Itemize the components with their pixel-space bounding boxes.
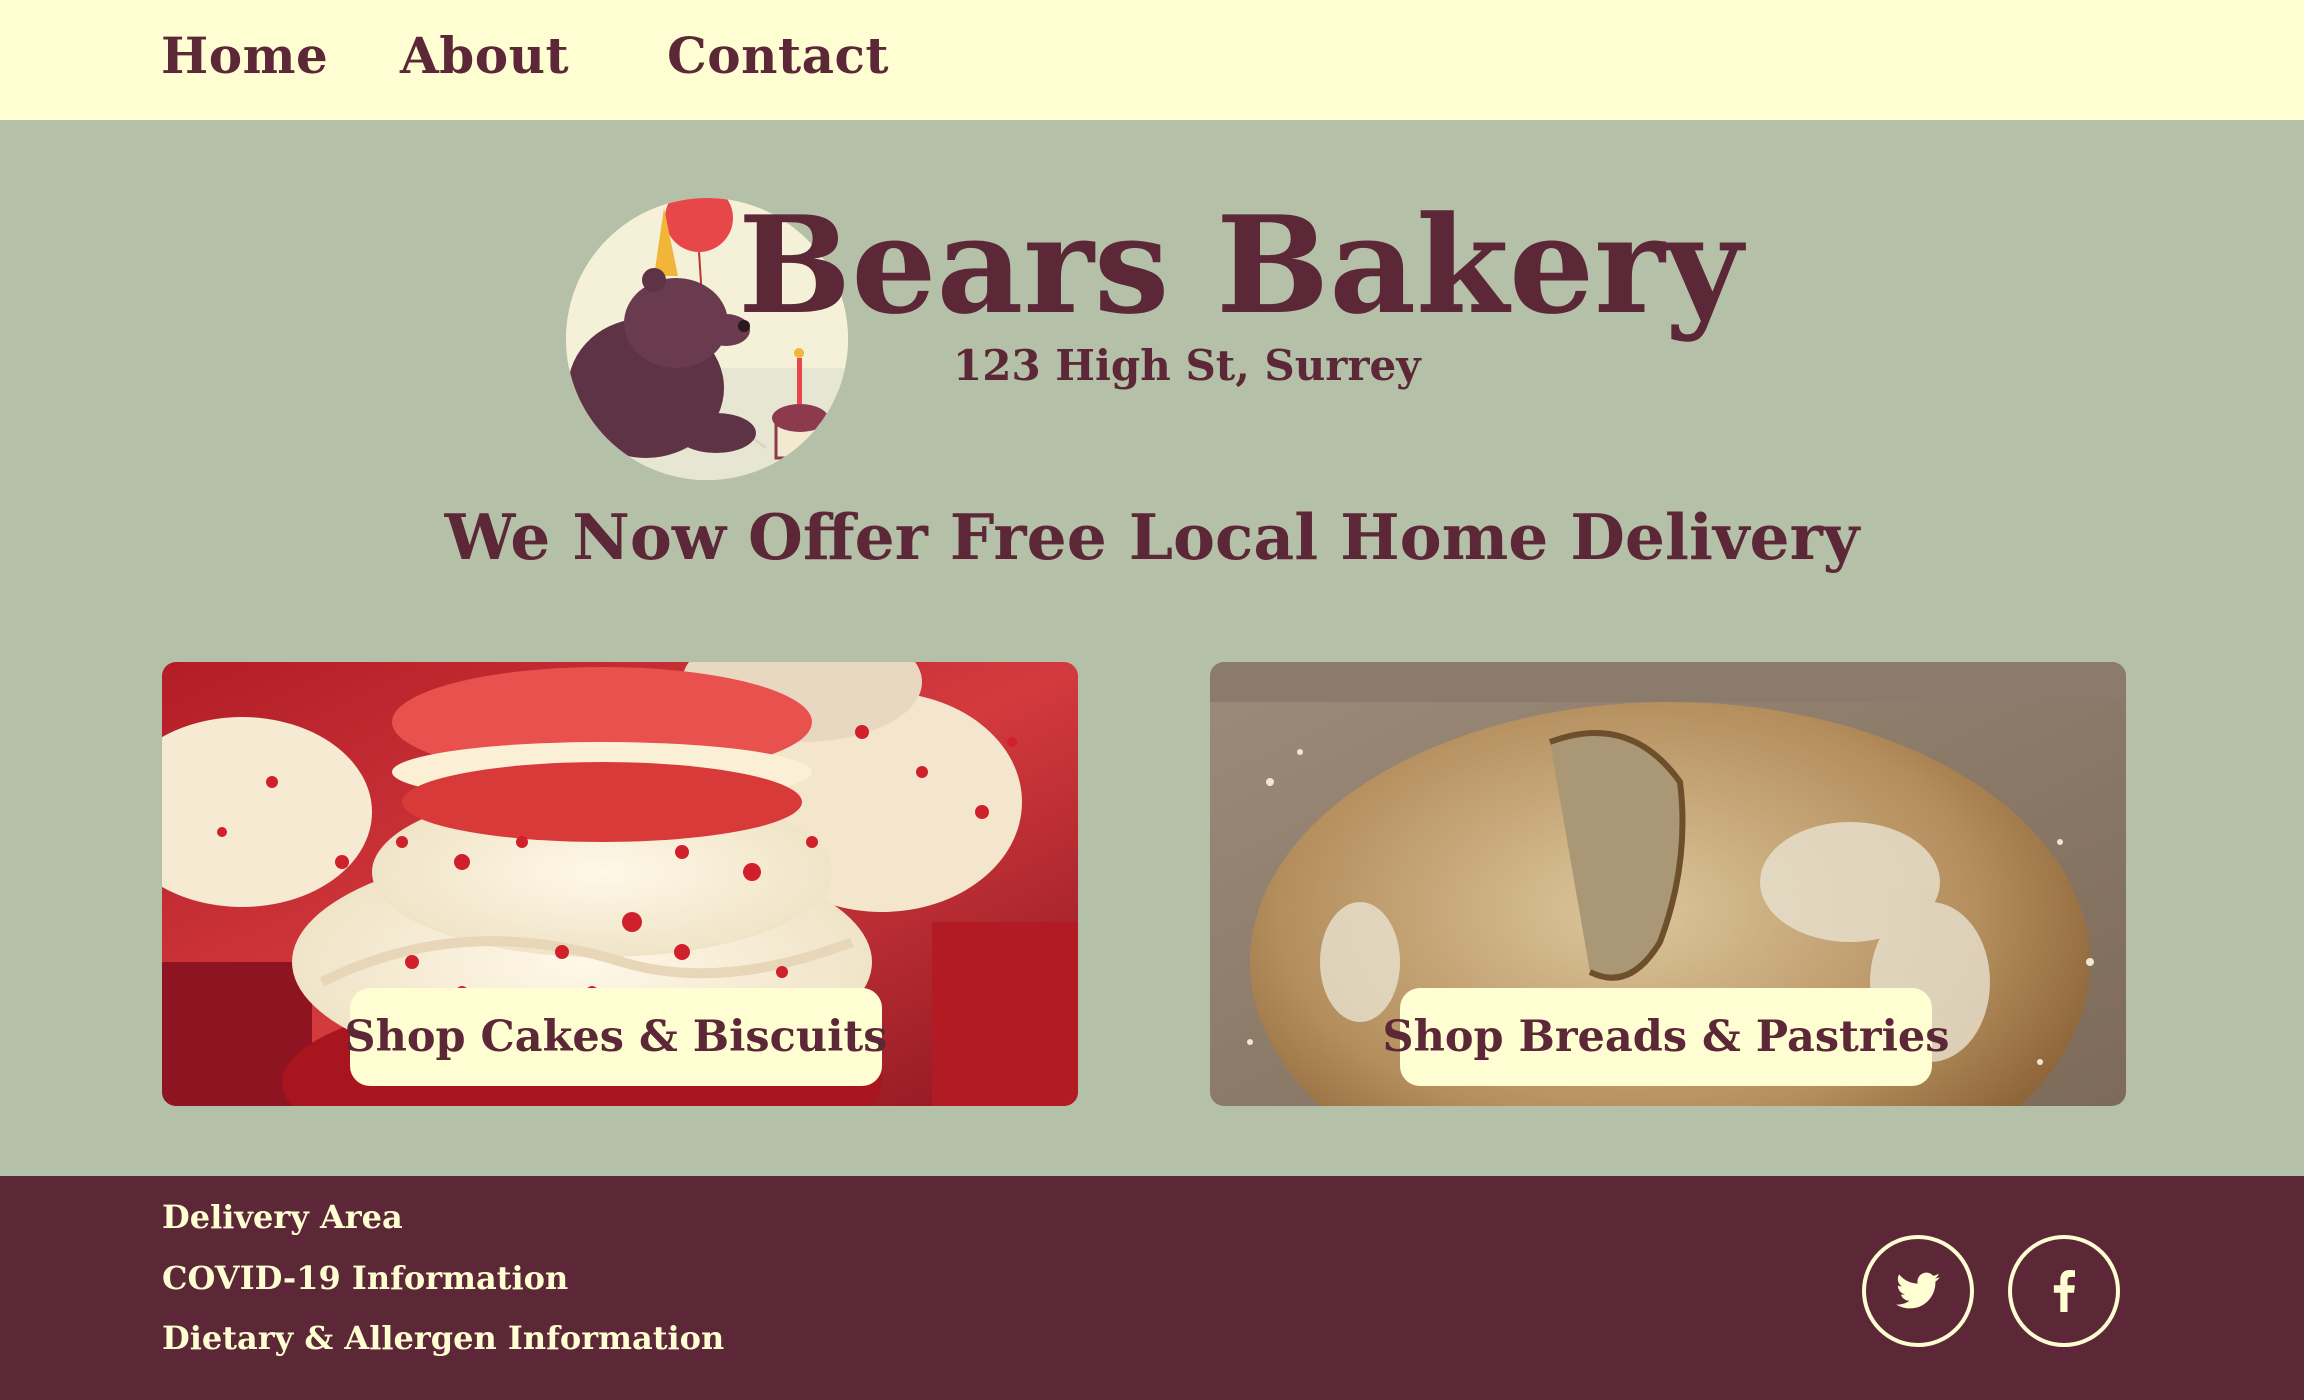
footer-allergen-link[interactable]: Dietary & Allergen Information (162, 1319, 724, 1357)
site-footer: Delivery Area COVID-19 Information Dieta… (0, 1176, 2304, 1400)
facebook-icon[interactable] (2008, 1235, 2120, 1347)
brand-address: 123 High St, Surrey (953, 341, 1421, 390)
nav-home-link[interactable]: Home (161, 26, 328, 85)
delivery-headline: We Now Offer Free Local Home Delivery (444, 500, 1860, 574)
cakes-card[interactable]: Shop Cakes & Biscuits (162, 662, 1078, 1106)
shop-breads-button[interactable]: Shop Breads & Pastries (1383, 988, 1949, 1086)
twitter-icon[interactable] (1862, 1235, 1974, 1347)
footer-covid-link[interactable]: COVID-19 Information (162, 1259, 568, 1297)
footer-delivery-area-link[interactable]: Delivery Area (162, 1198, 403, 1236)
top-nav: Home About Contact (0, 0, 2304, 120)
nav-about-link[interactable]: About (400, 26, 569, 85)
nav-contact-link[interactable]: Contact (667, 26, 889, 85)
breads-card[interactable]: Shop Breads & Pastries (1210, 662, 2126, 1106)
brand-title: Bears Bakery (738, 186, 1743, 344)
shop-cakes-button[interactable]: Shop Cakes & Biscuits (345, 988, 888, 1086)
